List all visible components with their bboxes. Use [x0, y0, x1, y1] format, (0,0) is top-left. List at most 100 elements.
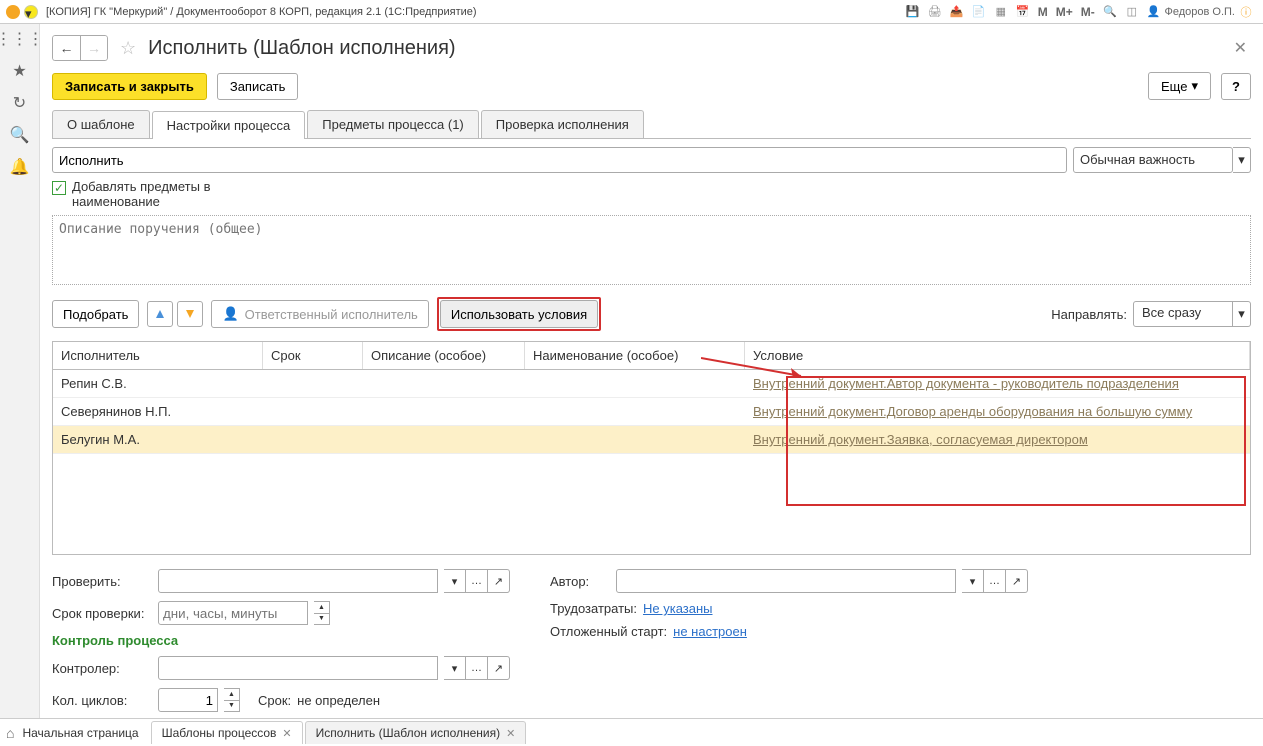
th-name[interactable]: Наименование (особое): [525, 342, 745, 369]
history-icon[interactable]: ↻: [11, 94, 29, 112]
check-input[interactable]: [158, 569, 438, 593]
check-due-spinner[interactable]: ▲▼: [314, 601, 330, 625]
description-textarea[interactable]: [52, 215, 1251, 285]
tab-items[interactable]: Предметы процесса (1): [307, 110, 479, 138]
controller-dd-icon[interactable]: ▾: [444, 656, 466, 680]
th-cond[interactable]: Условие: [745, 342, 1250, 369]
sidebar: ⋮⋮⋮ ★ ↻ 🔍 🔔: [0, 24, 40, 718]
move-down-button[interactable]: [177, 301, 203, 327]
print2-icon[interactable]: 📄: [970, 3, 988, 21]
tab-check[interactable]: Проверка исполнения: [481, 110, 644, 138]
controller-input[interactable]: [158, 656, 438, 680]
nav-back-button[interactable]: ←: [52, 35, 80, 61]
cell-name: [525, 406, 745, 418]
save-icon[interactable]: 💾: [904, 3, 922, 21]
use-conditions-button[interactable]: Использовать условия: [440, 300, 598, 328]
tabs: О шаблоне Настройки процесса Предметы пр…: [52, 110, 1251, 139]
user-label[interactable]: 👤 Федоров О.П.: [1147, 5, 1235, 18]
layout-icon[interactable]: ◫: [1123, 3, 1141, 21]
close-icon[interactable]: ✕: [1230, 34, 1251, 62]
performers-table: Исполнитель Срок Описание (особое) Наиме…: [52, 341, 1251, 555]
bell-icon[interactable]: 🔔: [11, 158, 29, 176]
save-button[interactable]: Записать: [217, 73, 299, 100]
add-items-checkbox[interactable]: ✓: [52, 181, 66, 195]
star-icon[interactable]: ★: [11, 62, 29, 80]
table-row[interactable]: Северянинов Н.П.Внутренний документ.Дого…: [53, 398, 1250, 426]
grid-icon[interactable]: ▦: [992, 3, 1010, 21]
window-title: [КОПИЯ] ГК "Меркурий" / Документооборот …: [46, 6, 477, 18]
condition-link[interactable]: Внутренний документ.Заявка, согласуемая …: [753, 432, 1088, 447]
more-button[interactable]: Еще ▾: [1148, 72, 1211, 100]
help-button[interactable]: ?: [1221, 73, 1251, 100]
cell-due: [263, 378, 363, 390]
cell-desc: [363, 378, 525, 390]
importance-dropdown-icon[interactable]: ▾: [1233, 147, 1251, 173]
tab-settings[interactable]: Настройки процесса: [152, 111, 306, 139]
check-dots-icon[interactable]: …: [466, 569, 488, 593]
bt-tab1-close-icon[interactable]: ✕: [282, 727, 291, 740]
th-desc[interactable]: Описание (особое): [363, 342, 525, 369]
cell-condition: Внутренний документ.Заявка, согласуемая …: [745, 426, 1250, 453]
print-icon[interactable]: 🖨: [926, 3, 944, 21]
bottom-tab-execute[interactable]: Исполнить (Шаблон исполнения) ✕: [305, 721, 527, 744]
more-label: Еще: [1161, 79, 1187, 94]
cell-due: [263, 434, 363, 446]
memory-mp[interactable]: M+: [1056, 5, 1073, 19]
responsible-label: Ответственный исполнитель: [245, 307, 418, 322]
controller-dots-icon[interactable]: …: [466, 656, 488, 680]
check-due-input[interactable]: [158, 601, 308, 625]
condition-link[interactable]: Внутренний документ.Автор документа - ру…: [753, 376, 1179, 391]
table-row[interactable]: Белугин М.А.Внутренний документ.Заявка, …: [53, 426, 1250, 454]
th-performer[interactable]: Исполнитель: [53, 342, 263, 369]
check-due-label: Срок проверки:: [52, 606, 152, 621]
add-items-label: Добавлять предметы в наименование: [72, 179, 232, 209]
cell-desc: [363, 434, 525, 446]
dropdown-icon[interactable]: ▾: [24, 5, 38, 19]
bt-tab2-close-icon[interactable]: ✕: [506, 727, 515, 740]
home-icon[interactable]: ⌂: [6, 725, 14, 741]
app-icon: [6, 5, 20, 19]
cell-name: [525, 378, 745, 390]
search-icon[interactable]: 🔍: [11, 126, 29, 144]
responsible-button[interactable]: 👤Ответственный исполнитель: [211, 300, 428, 328]
favorite-star-icon[interactable]: ☆: [120, 38, 136, 59]
name-input[interactable]: [52, 147, 1067, 173]
export-icon[interactable]: 📤: [948, 3, 966, 21]
nav-fwd-button[interactable]: →: [80, 35, 108, 61]
author-dd-icon[interactable]: ▾: [962, 569, 984, 593]
memory-mm[interactable]: M-: [1081, 5, 1095, 19]
deferred-link[interactable]: не настроен: [673, 624, 747, 639]
importance-select[interactable]: Обычная важность: [1073, 147, 1233, 173]
calendar-icon[interactable]: 📅: [1014, 3, 1032, 21]
info-icon[interactable]: ⓘ: [1237, 3, 1255, 21]
check-open-icon[interactable]: ↗: [488, 569, 510, 593]
table-row[interactable]: Репин С.В.Внутренний документ.Автор доку…: [53, 370, 1250, 398]
author-dots-icon[interactable]: …: [984, 569, 1006, 593]
tab-about[interactable]: О шаблоне: [52, 110, 150, 138]
home-tab-label[interactable]: Начальная страница: [22, 726, 138, 740]
memory-m[interactable]: M: [1038, 5, 1048, 19]
zoom-icon[interactable]: 🔍: [1101, 3, 1119, 21]
bottom-tab-templates[interactable]: Шаблоны процессов ✕: [151, 721, 303, 744]
th-due[interactable]: Срок: [263, 342, 363, 369]
cell-condition: Внутренний документ.Договор аренды обору…: [745, 398, 1250, 425]
cycles-input[interactable]: [158, 688, 218, 712]
page-title: Исполнить (Шаблон исполнения): [148, 37, 455, 60]
cell-name: [525, 434, 745, 446]
chevron-down-icon: ▾: [1191, 78, 1198, 94]
apps-icon[interactable]: ⋮⋮⋮: [11, 30, 29, 48]
controller-open-icon[interactable]: ↗: [488, 656, 510, 680]
check-dd-icon[interactable]: ▾: [444, 569, 466, 593]
cycles-spinner[interactable]: ▲▼: [224, 688, 240, 712]
condition-link[interactable]: Внутренний документ.Договор аренды обору…: [753, 404, 1192, 419]
send-select[interactable]: Все сразу: [1133, 301, 1233, 327]
due-label: Срок:: [258, 693, 291, 708]
send-dropdown-icon[interactable]: ▾: [1233, 301, 1251, 327]
author-input[interactable]: [616, 569, 956, 593]
save-close-button[interactable]: Записать и закрыть: [52, 73, 207, 100]
author-open-icon[interactable]: ↗: [1006, 569, 1028, 593]
cell-desc: [363, 406, 525, 418]
effort-link[interactable]: Не указаны: [643, 601, 713, 616]
move-up-button[interactable]: [147, 301, 173, 327]
pick-button[interactable]: Подобрать: [52, 300, 139, 328]
